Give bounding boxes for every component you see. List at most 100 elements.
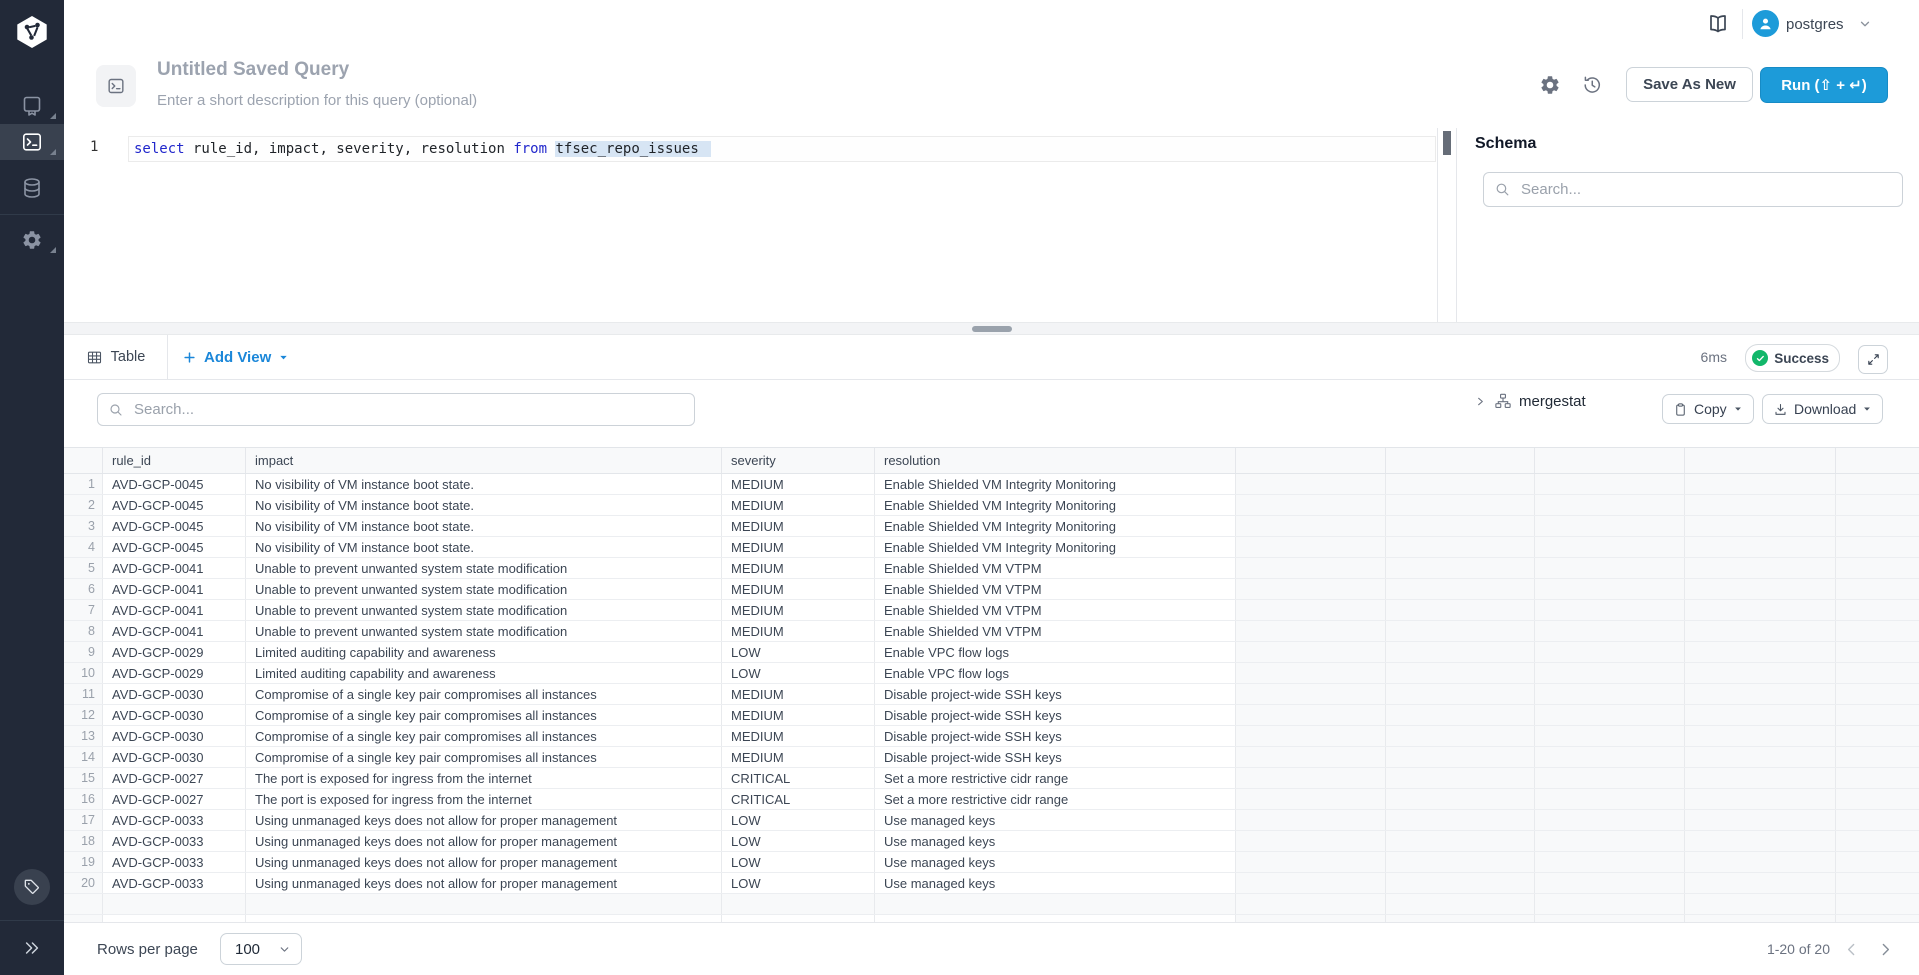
empty-cell <box>1836 705 1919 725</box>
table-cell: Limited auditing capability and awarenes… <box>246 642 722 662</box>
empty-cell <box>1535 873 1685 893</box>
chevron-down-icon[interactable] <box>1858 17 1872 31</box>
submenu-corner-icon <box>50 149 56 155</box>
chevron-right-icon[interactable] <box>1475 396 1486 407</box>
empty-cell <box>1535 537 1685 557</box>
editor-line-number: 1 <box>90 139 110 155</box>
sidebar-item-settings[interactable] <box>0 222 64 258</box>
empty-cell <box>1236 873 1386 893</box>
empty-cell <box>1685 768 1836 788</box>
tab-table[interactable]: Table <box>64 335 168 379</box>
code-token-keyword: from <box>513 141 547 157</box>
row-number: 6 <box>64 579 103 599</box>
sidebar-item-queries[interactable] <box>0 124 64 160</box>
empty-cell <box>1236 747 1386 767</box>
table-cell: Enable Shielded VM VTPM <box>875 558 1236 578</box>
column-header-impact[interactable]: impact <box>246 448 722 473</box>
results-search[interactable] <box>97 393 695 426</box>
table-cell: AVD-GCP-0045 <box>103 537 246 557</box>
table-cell: AVD-GCP-0033 <box>103 810 246 830</box>
sidebar <box>0 0 64 975</box>
sidebar-expand-button[interactable] <box>0 928 64 968</box>
chevron-right-icon <box>1877 941 1894 958</box>
row-number: 12 <box>64 705 103 725</box>
table-row[interactable]: 5AVD-GCP-0041Unable to prevent unwanted … <box>64 558 1919 579</box>
user-menu[interactable]: postgres <box>1786 0 1844 48</box>
table-cell: Use managed keys <box>875 810 1236 830</box>
table-row[interactable]: 18AVD-GCP-0033Using unmanaged keys does … <box>64 831 1919 852</box>
next-page-button[interactable] <box>1875 939 1895 959</box>
query-title-input[interactable]: Untitled Saved Query <box>157 59 349 81</box>
table-cell: Enable Shielded VM Integrity Monitoring <box>875 495 1236 515</box>
editor-scrollbar-thumb[interactable] <box>1443 131 1451 155</box>
row-number-header <box>64 448 103 473</box>
table-row[interactable]: 17AVD-GCP-0033Using unmanaged keys does … <box>64 810 1919 831</box>
save-as-new-button[interactable]: Save As New <box>1626 67 1753 102</box>
table-row[interactable]: 10AVD-GCP-0029Limited auditing capabilit… <box>64 663 1919 684</box>
table-row[interactable]: 2AVD-GCP-0045No visibility of VM instanc… <box>64 495 1919 516</box>
tags-button[interactable] <box>14 869 50 905</box>
table-row[interactable]: 7AVD-GCP-0041Unable to prevent unwanted … <box>64 600 1919 621</box>
add-view-button[interactable]: Add View <box>182 335 289 379</box>
query-type-icon <box>96 65 136 107</box>
table-row[interactable]: 13AVD-GCP-0030Compromise of a single key… <box>64 726 1919 747</box>
column-header-resolution[interactable]: resolution <box>875 448 1236 473</box>
column-header-severity[interactable]: severity <box>722 448 875 473</box>
table-row[interactable]: 4AVD-GCP-0045No visibility of VM instanc… <box>64 537 1919 558</box>
previous-page-button[interactable] <box>1841 939 1861 959</box>
column-header-rule-id[interactable]: rule_id <box>103 448 246 473</box>
resize-handle[interactable] <box>972 326 1012 332</box>
sidebar-item-database[interactable] <box>0 170 64 206</box>
table-row[interactable]: 16AVD-GCP-0027The port is exposed for in… <box>64 789 1919 810</box>
query-settings-button[interactable] <box>1539 74 1561 96</box>
schema-search[interactable] <box>1483 172 1903 207</box>
expand-results-button[interactable] <box>1858 345 1888 374</box>
table-cell: AVD-GCP-0029 <box>103 663 246 683</box>
copy-button[interactable]: Copy <box>1662 394 1754 424</box>
query-description-input[interactable]: Enter a short description for this query… <box>157 92 477 109</box>
search-icon <box>1494 181 1511 198</box>
schema-tree-item-mergestat[interactable]: mergestat <box>1475 388 1586 414</box>
empty-cell <box>1685 726 1836 746</box>
empty-column-header <box>1236 448 1386 473</box>
empty-cell <box>1535 600 1685 620</box>
empty-cell <box>1535 516 1685 536</box>
editor-scrollbar[interactable] <box>1437 128 1457 322</box>
run-query-button[interactable]: Run (⇧ + ↵) <box>1760 67 1888 103</box>
query-history-button[interactable] <box>1581 74 1603 96</box>
table-row[interactable]: 8AVD-GCP-0041Unable to prevent unwanted … <box>64 621 1919 642</box>
table-row[interactable]: 14AVD-GCP-0030Compromise of a single key… <box>64 747 1919 768</box>
page-range-label: 1-20 of 20 <box>1767 923 1830 975</box>
table-cell: AVD-GCP-0045 <box>103 516 246 536</box>
table-row[interactable]: 3AVD-GCP-0045No visibility of VM instanc… <box>64 516 1919 537</box>
sql-editor[interactable]: 1 select rule_id, impact, severity, reso… <box>64 128 1437 322</box>
empty-cell <box>1236 600 1386 620</box>
user-avatar[interactable] <box>1752 10 1779 37</box>
table-cell: MEDIUM <box>722 558 875 578</box>
table-row[interactable]: 1AVD-GCP-0045No visibility of VM instanc… <box>64 474 1919 495</box>
schema-search-input[interactable] <box>1519 180 1902 199</box>
table-row[interactable]: 19AVD-GCP-0033Using unmanaged keys does … <box>64 852 1919 873</box>
table-row[interactable]: 6AVD-GCP-0041Unable to prevent unwanted … <box>64 579 1919 600</box>
docs-book-icon[interactable] <box>1706 12 1730 36</box>
page-size-select[interactable]: 100 <box>220 933 302 965</box>
mergestat-logo-icon[interactable] <box>14 15 50 49</box>
table-cell: MEDIUM <box>722 726 875 746</box>
table-cell: Use managed keys <box>875 852 1236 872</box>
download-button[interactable]: Download <box>1762 394 1883 424</box>
empty-cell <box>1535 684 1685 704</box>
table-row[interactable]: 12AVD-GCP-0030Compromise of a single key… <box>64 705 1919 726</box>
empty-column-header <box>1685 448 1836 473</box>
table-row[interactable]: 15AVD-GCP-0027The port is exposed for in… <box>64 768 1919 789</box>
add-view-label: Add View <box>204 349 271 366</box>
empty-cell <box>1386 747 1535 767</box>
table-row[interactable]: 11AVD-GCP-0030Compromise of a single key… <box>64 684 1919 705</box>
sidebar-item-repos[interactable] <box>0 88 64 124</box>
table-row[interactable]: 20AVD-GCP-0033Using unmanaged keys does … <box>64 873 1919 894</box>
editor-active-line[interactable]: select rule_id, impact, severity, resolu… <box>128 136 1436 162</box>
empty-cell <box>1685 558 1836 578</box>
table-cell: MEDIUM <box>722 474 875 494</box>
row-number: 14 <box>64 747 103 767</box>
results-search-input[interactable] <box>132 400 694 419</box>
table-row[interactable]: 9AVD-GCP-0029Limited auditing capability… <box>64 642 1919 663</box>
